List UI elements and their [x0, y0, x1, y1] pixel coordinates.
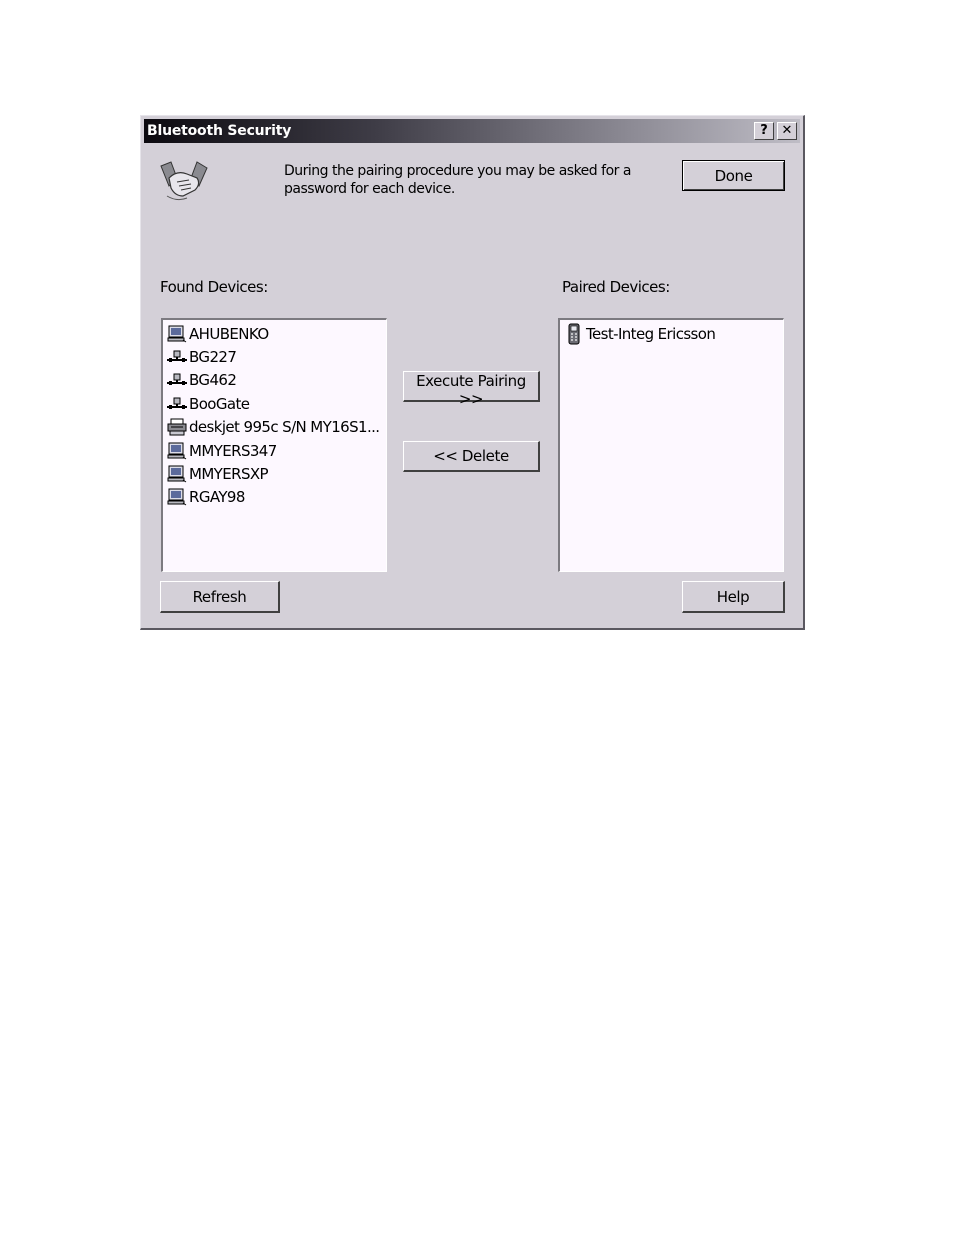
- network-icon: [165, 370, 189, 390]
- paired-devices-list[interactable]: Test-Integ Ericsson: [558, 318, 784, 572]
- help-button[interactable]: Help: [682, 581, 785, 613]
- device-name: deskjet 995c S/N MY16S1...: [189, 418, 380, 437]
- list-item[interactable]: MMYERS347: [163, 439, 386, 462]
- device-name: MMYERSXP: [189, 465, 269, 484]
- pairing-description: During the pairing procedure you may be …: [284, 163, 631, 197]
- found-devices-list[interactable]: AHUBENKO BG227 BG462 BooGate deskjet 995c S/…: [161, 318, 387, 572]
- network-icon: [165, 347, 189, 367]
- computer-icon: [165, 324, 189, 344]
- device-name: RGAY98: [189, 488, 245, 507]
- list-item[interactable]: deskjet 995c S/N MY16S1...: [163, 416, 386, 439]
- list-item[interactable]: Test-Integ Ericsson: [560, 322, 783, 345]
- title-bar[interactable]: Bluetooth Security ? ✕: [144, 119, 800, 143]
- device-name: BooGate: [189, 394, 250, 413]
- window-title: Bluetooth Security: [147, 123, 292, 139]
- delete-button[interactable]: << Delete: [403, 441, 540, 472]
- paired-devices-label: Paired Devices:: [562, 278, 670, 296]
- list-item[interactable]: BooGate: [163, 392, 386, 415]
- execute-pairing-button[interactable]: Execute Pairing >>: [403, 371, 540, 408]
- device-name: MMYERS347: [189, 441, 277, 460]
- device-name: BG462: [189, 371, 237, 390]
- device-name: Test-Integ Ericsson: [586, 324, 716, 343]
- done-button[interactable]: Done: [682, 160, 785, 191]
- found-devices-label: Found Devices:: [160, 278, 268, 296]
- list-item[interactable]: RGAY98: [163, 486, 386, 509]
- refresh-button[interactable]: Refresh: [160, 581, 280, 613]
- close-button[interactable]: ✕: [777, 122, 797, 140]
- computer-icon: [165, 464, 189, 484]
- computer-icon: [165, 487, 189, 507]
- list-item[interactable]: BG227: [163, 345, 386, 368]
- computer-icon: [165, 441, 189, 461]
- device-name: BG227: [189, 348, 237, 367]
- phone-icon: [562, 323, 586, 345]
- help-title-button[interactable]: ?: [754, 122, 774, 140]
- network-icon: [165, 394, 189, 414]
- device-name: AHUBENKO: [189, 324, 269, 343]
- list-item[interactable]: MMYERSXP: [163, 462, 386, 485]
- handshake-icon: [160, 161, 208, 201]
- list-item[interactable]: AHUBENKO: [163, 322, 386, 345]
- list-item[interactable]: BG462: [163, 369, 386, 392]
- printer-icon: [165, 417, 189, 437]
- bluetooth-security-dialog: Bluetooth Security ? ✕ During the pairin…: [140, 115, 805, 630]
